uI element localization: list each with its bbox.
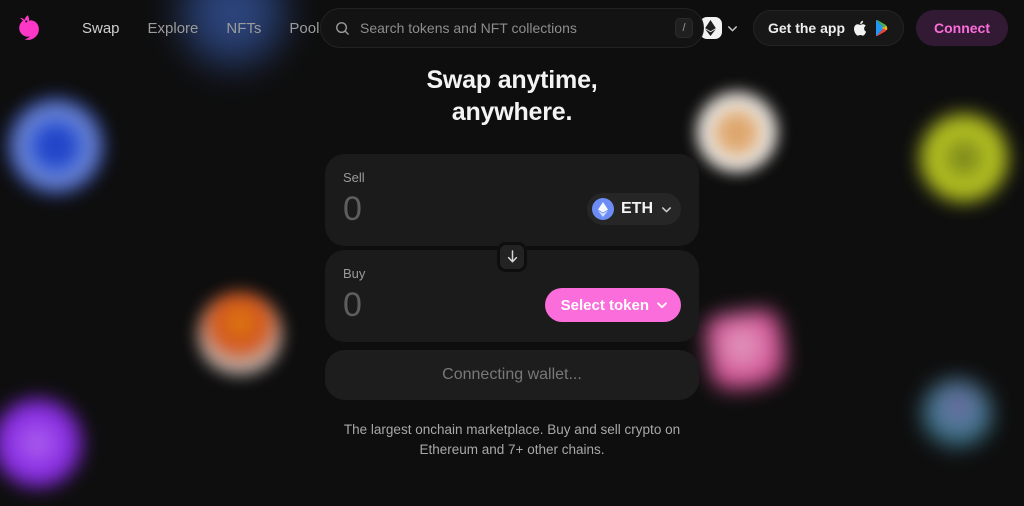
page-title: Swap anytime, anywhere. [426,64,597,128]
search-container: / [320,8,704,48]
sell-label: Sell [343,170,365,185]
header-actions: Get the app Connect [698,10,1008,46]
sell-amount-input[interactable] [343,189,523,229]
search-bar[interactable]: / [320,8,704,48]
get-the-app-button[interactable]: Get the app [752,10,904,46]
search-icon [335,21,350,36]
google-play-icon [875,20,889,36]
sell-panel: Sell ETH [325,154,699,246]
app-header: Swap Explore NFTs Pool / [0,0,1024,56]
sell-token-symbol: ETH [621,200,653,217]
sell-token-selector[interactable]: ETH [587,193,681,225]
search-shortcut-key: / [675,18,693,38]
tagline: The largest onchain marketplace. Buy and… [339,420,685,459]
ethereum-icon [592,198,614,220]
search-input[interactable] [360,20,665,36]
main-content: Swap anytime, anywhere. Sell 0 ETH Buy 0… [0,56,1024,459]
switch-direction-button[interactable] [497,242,527,272]
get-the-app-label: Get the app [767,20,845,36]
hero-title-line-1: Swap anytime, [426,66,598,94]
tagline-line-1: The largest onchain marketplace. Buy and… [343,422,681,437]
uniswap-unicorn-logo[interactable] [14,11,48,45]
sell-token-chevron-down-icon [660,203,673,216]
buy-row: Select token [343,283,681,327]
nav-item-swap[interactable]: Swap [68,14,134,43]
primary-action-button[interactable]: Connecting wallet... [325,350,699,400]
tagline-line-2: Ethereum and 7+ other chains. [419,441,605,457]
connect-wallet-button[interactable]: Connect [916,10,1008,46]
chain-selector-chevron-down-icon [726,22,739,35]
uniswap-app-window: Swap Explore NFTs Pool / [0,0,1024,506]
hero-title-line-2: anywhere. [451,98,573,126]
select-token-chevron-down-icon [655,298,669,312]
swap-widget: Sell ETH [325,154,699,400]
select-token-button[interactable]: Select token [544,288,681,322]
buy-amount-input[interactable] [343,285,523,325]
apple-icon [853,20,867,36]
select-token-label: Select token [560,296,649,314]
nav-item-explore[interactable]: Explore [134,14,213,43]
nav-item-nfts[interactable]: NFTs [212,14,275,43]
chain-selector[interactable] [698,15,741,41]
sell-row: ETH [343,187,681,231]
